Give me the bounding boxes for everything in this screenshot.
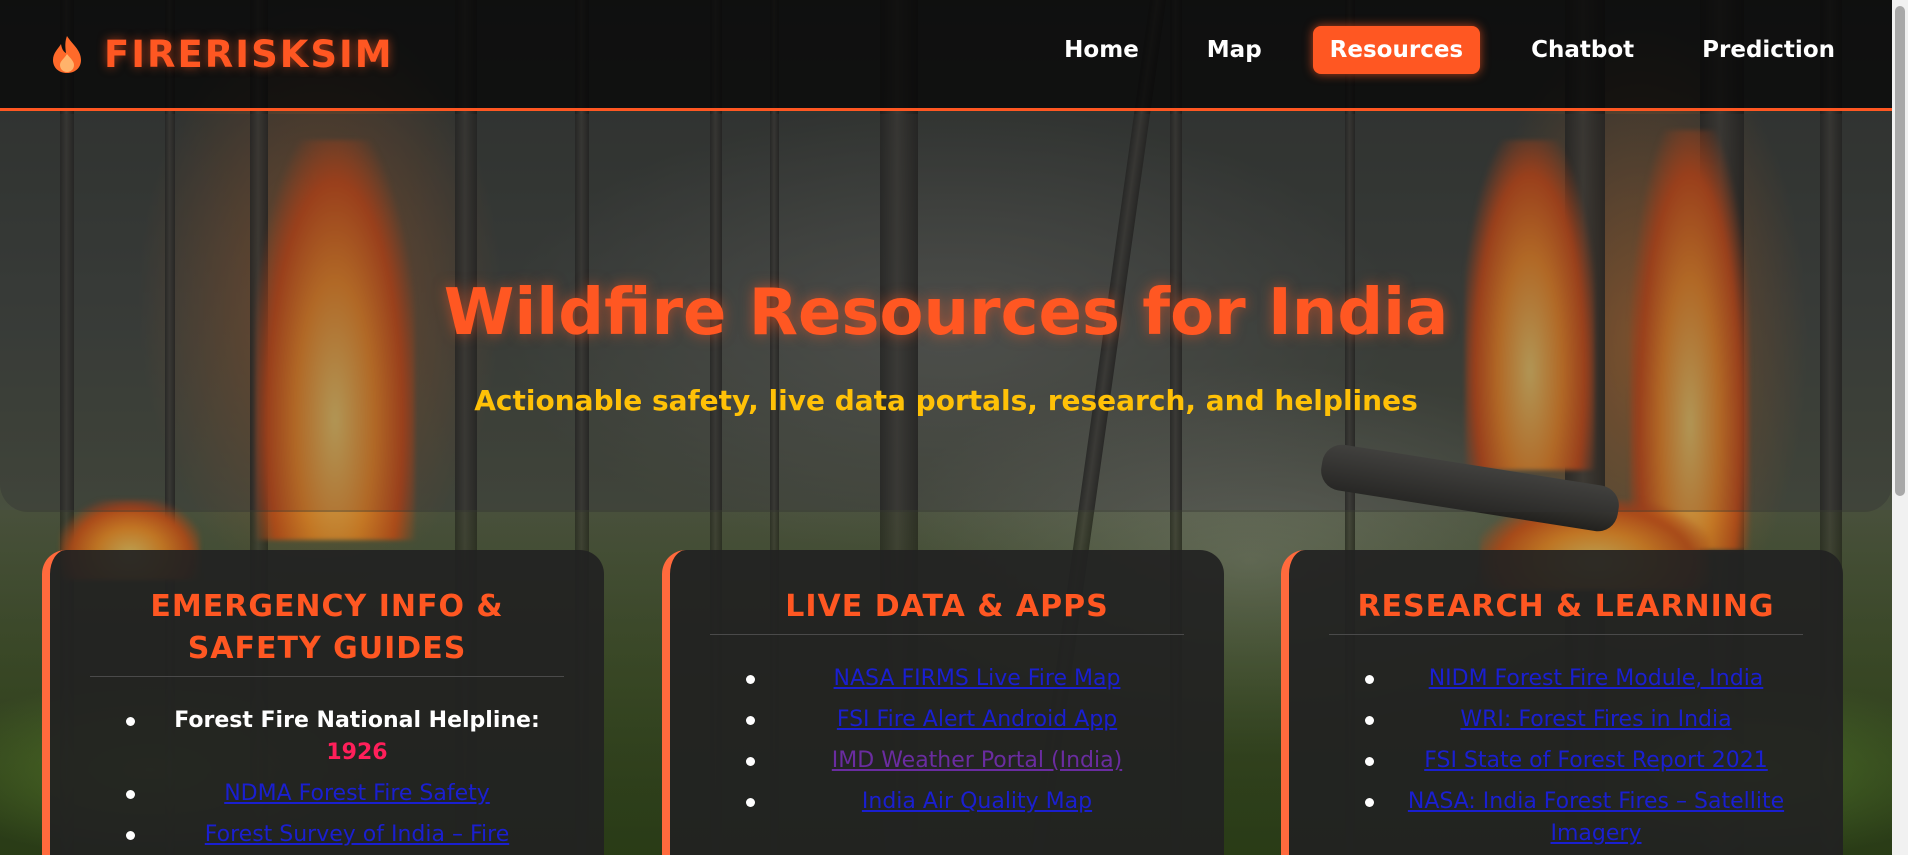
list-item: NIDM Forest Fire Module, India [1329, 663, 1803, 695]
fsi-app-link[interactable]: FSI Fire Alert Android App [837, 707, 1117, 732]
nidm-link[interactable]: NIDM Forest Fire Module, India [1429, 666, 1764, 691]
card-title: EMERGENCY INFO & SAFETY GUIDES [90, 586, 564, 677]
page-subtitle: Actionable safety, live data portals, re… [474, 384, 1418, 417]
flame-icon [53, 36, 81, 73]
top-navbar: FIRERISKSIM Home Map Resources Chatbot P… [0, 0, 1892, 111]
fsi-fire-management-link[interactable]: Forest Survey of India – Fire Management [205, 822, 509, 855]
imd-weather-link[interactable]: IMD Weather Portal (India) [832, 748, 1122, 773]
brand[interactable]: FIRERISKSIM [50, 33, 394, 76]
resource-list: NASA FIRMS Live Fire Map FSI Fire Alert … [710, 663, 1184, 818]
list-item: WRI: Forest Fires in India [1329, 704, 1803, 736]
list-item: Forest Survey of India – Fire Management [90, 819, 564, 855]
list-item: FSI Fire Alert Android App [710, 704, 1184, 736]
helpline-number: 1926 [326, 740, 388, 765]
nav-chatbot[interactable]: Chatbot [1514, 26, 1651, 74]
main-nav: Home Map Resources Chatbot Prediction [1047, 26, 1852, 74]
nasa-imagery-link[interactable]: NASA: India Forest Fires – Satellite Ima… [1408, 789, 1784, 846]
live-data-card: LIVE DATA & APPS NASA FIRMS Live Fire Ma… [662, 550, 1224, 855]
list-item: NDMA Forest Fire Safety [90, 778, 564, 810]
ndma-link[interactable]: NDMA Forest Fire Safety [224, 781, 490, 806]
list-item: NASA: India Forest Fires – Satellite Ima… [1329, 786, 1803, 850]
resource-list: Forest Fire National Helpline: 1926 NDMA… [90, 705, 564, 855]
fsi-report-link[interactable]: FSI State of Forest Report 2021 [1424, 748, 1768, 773]
list-item: IMD Weather Portal (India) [710, 745, 1184, 777]
list-item: India Air Quality Map [710, 786, 1184, 818]
page-title: Wildfire Resources for India [443, 276, 1449, 350]
helpline-item: Forest Fire National Helpline: 1926 [90, 705, 564, 769]
nasa-firms-link[interactable]: NASA FIRMS Live Fire Map [834, 666, 1121, 691]
research-card: RESEARCH & LEARNING NIDM Forest Fire Mod… [1281, 550, 1843, 855]
page-scrollbar[interactable] [1892, 0, 1908, 855]
resource-list: NIDM Forest Fire Module, India WRI: Fore… [1329, 663, 1803, 850]
air-quality-link[interactable]: India Air Quality Map [862, 789, 1092, 814]
nav-prediction[interactable]: Prediction [1685, 26, 1852, 74]
list-item: NASA FIRMS Live Fire Map [710, 663, 1184, 695]
helpline-label: Forest Fire National Helpline: [174, 708, 540, 733]
wri-link[interactable]: WRI: Forest Fires in India [1460, 707, 1731, 732]
card-title: RESEARCH & LEARNING [1329, 586, 1803, 635]
list-item: FSI State of Forest Report 2021 [1329, 745, 1803, 777]
hero-section: Wildfire Resources for India Actionable … [0, 114, 1892, 512]
nav-resources[interactable]: Resources [1312, 26, 1481, 74]
emergency-info-card: EMERGENCY INFO & SAFETY GUIDES Forest Fi… [42, 550, 604, 855]
nav-home[interactable]: Home [1047, 26, 1156, 74]
nav-map[interactable]: Map [1190, 26, 1279, 74]
card-title: LIVE DATA & APPS [710, 586, 1184, 635]
scrollbar-thumb[interactable] [1895, 6, 1905, 496]
brand-name: FIRERISKSIM [104, 32, 394, 76]
